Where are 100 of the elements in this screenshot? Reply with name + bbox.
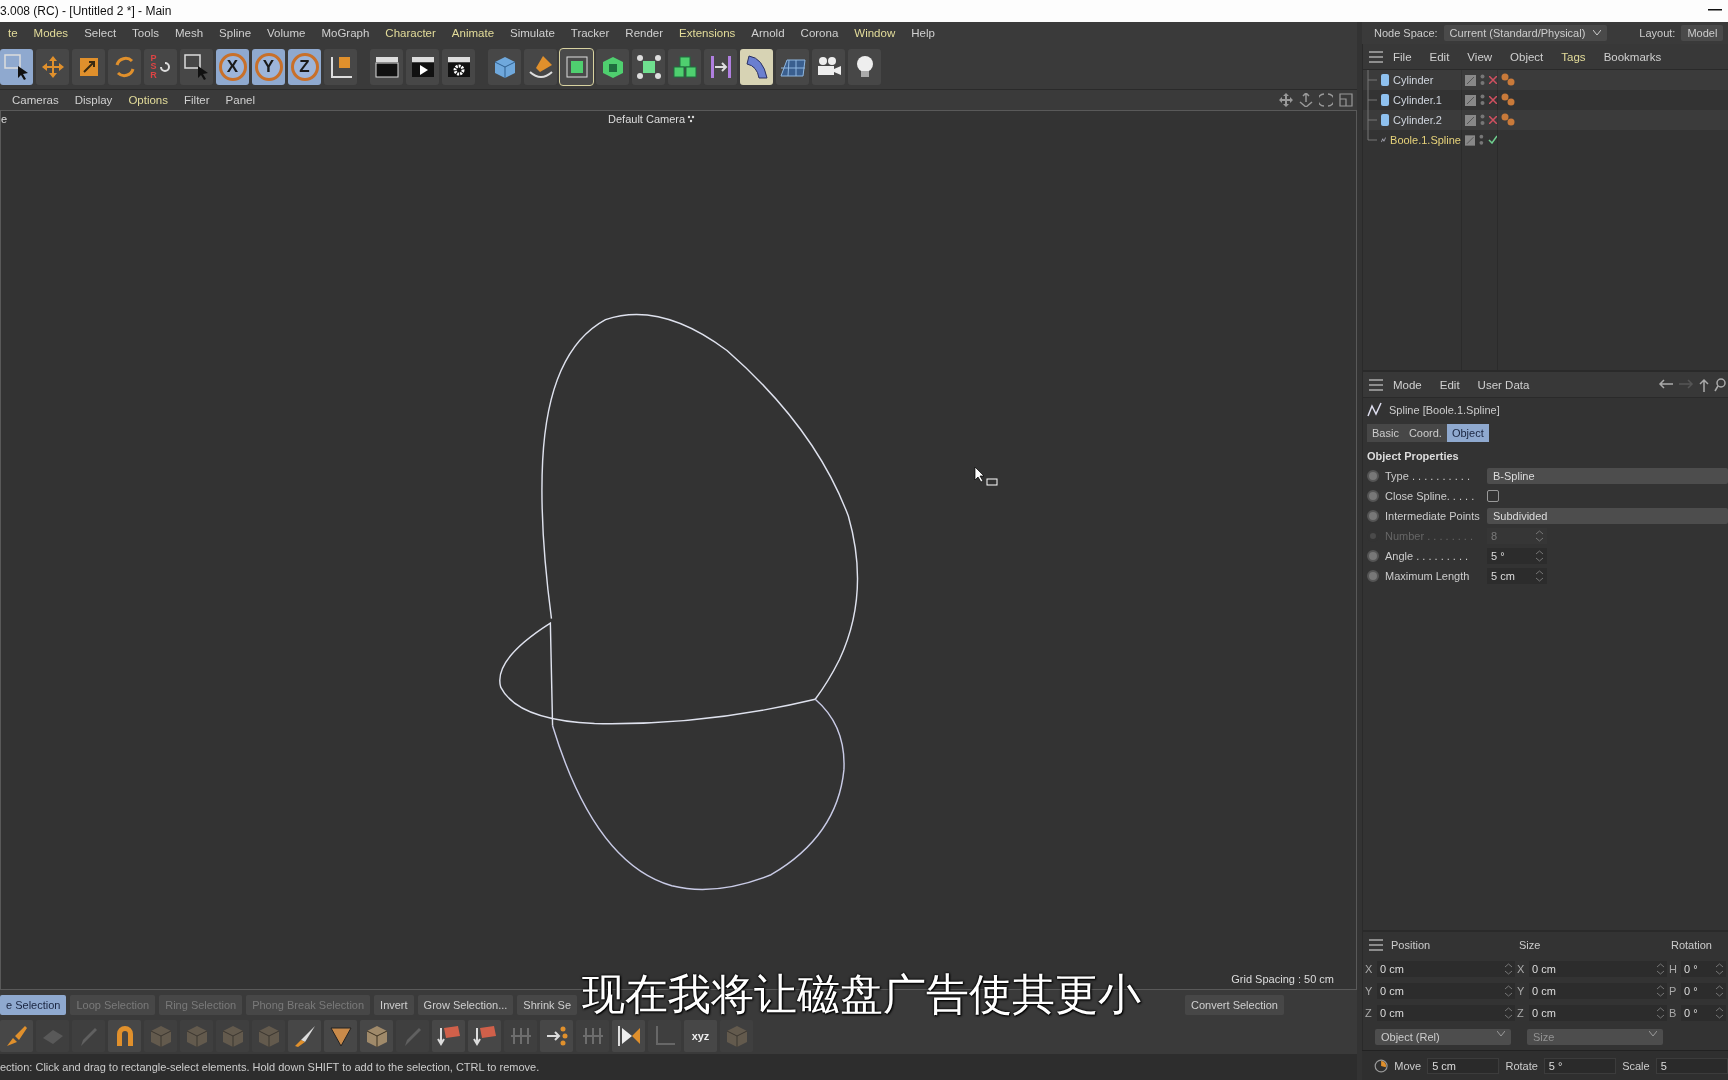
scale-icon[interactable] bbox=[77, 55, 100, 78]
menu-item[interactable]: te bbox=[0, 27, 26, 39]
menu-item[interactable]: Help bbox=[903, 27, 943, 39]
tab[interactable]: Object bbox=[1446, 424, 1489, 442]
menu-item[interactable]: Tracker bbox=[562, 27, 618, 39]
visibility-dots-icon[interactable] bbox=[1480, 74, 1485, 86]
toolbar-button[interactable] bbox=[812, 48, 845, 85]
move-arrows-icon[interactable] bbox=[40, 54, 65, 79]
edit-box-icon[interactable] bbox=[1465, 74, 1476, 86]
menu-item[interactable]: Modes bbox=[25, 27, 77, 39]
menu-item[interactable]: Animate bbox=[443, 27, 503, 39]
menu-item[interactable]: Render bbox=[617, 27, 672, 39]
menu-item[interactable]: User Data bbox=[1469, 378, 1538, 391]
hollow-cube-icon[interactable] bbox=[600, 54, 625, 79]
tab[interactable]: Basic bbox=[1367, 424, 1404, 442]
cross-icon[interactable] bbox=[1489, 76, 1497, 84]
menu-item[interactable]: Cameras bbox=[4, 94, 67, 106]
back-arrow-icon[interactable] bbox=[1658, 377, 1674, 390]
menu-item[interactable]: Bookmarks bbox=[1595, 50, 1670, 63]
tag-balls-icon[interactable] bbox=[1501, 93, 1515, 107]
menu-item[interactable]: Edit bbox=[1421, 50, 1458, 63]
menu-icon[interactable] bbox=[1369, 50, 1383, 63]
property-dropdown[interactable]: Subdivided bbox=[1487, 508, 1728, 524]
selection-button[interactable]: Convert Selection bbox=[1185, 995, 1284, 1015]
menu-item[interactable]: Spline bbox=[211, 27, 260, 39]
selection-button[interactable]: Invert bbox=[374, 995, 414, 1015]
tab[interactable]: Coord. bbox=[1403, 424, 1447, 442]
coordinate-field[interactable]: 0 cm bbox=[1377, 1005, 1515, 1021]
edit-box-icon[interactable] bbox=[1465, 114, 1476, 126]
property-dropdown[interactable]: B-Spline bbox=[1487, 468, 1728, 484]
orbit-icon[interactable] bbox=[1319, 93, 1333, 107]
snap-field[interactable]: 5 ° bbox=[1543, 1057, 1617, 1074]
menu-item[interactable]: Simulate bbox=[502, 27, 563, 39]
check-icon[interactable] bbox=[1488, 135, 1497, 144]
menu-icon[interactable] bbox=[1369, 378, 1383, 391]
search-icon[interactable] bbox=[1714, 377, 1726, 392]
coordinate-field[interactable]: 0 cm bbox=[1377, 983, 1515, 999]
menu-item[interactable]: Object bbox=[1502, 50, 1552, 63]
camera-label[interactable]: Default Camera bbox=[608, 113, 686, 125]
coordinate-field[interactable]: 0 ° bbox=[1681, 983, 1726, 999]
node-space-dropdown[interactable]: Current (Standard/Physical) bbox=[1443, 25, 1608, 41]
object-name[interactable]: Boole.1.Spline bbox=[1390, 134, 1461, 146]
animate-radio[interactable] bbox=[1367, 490, 1379, 502]
visibility-dots-icon[interactable] bbox=[1480, 94, 1485, 106]
menu-item[interactable]: Character bbox=[377, 27, 444, 39]
menu-item[interactable]: Select bbox=[76, 27, 125, 39]
selection-button[interactable]: Grow Selection... bbox=[417, 995, 514, 1015]
cross-icon[interactable] bbox=[1489, 96, 1497, 104]
clapperboard-icon[interactable] bbox=[445, 54, 472, 79]
coordinate-field[interactable]: 0 ° bbox=[1681, 961, 1726, 977]
coordinate-field[interactable]: 0 cm bbox=[1377, 961, 1515, 977]
menu-item[interactable]: Mode bbox=[1385, 378, 1430, 391]
object-name[interactable]: Cylinder.1 bbox=[1393, 94, 1442, 106]
toolbar-button[interactable] bbox=[370, 48, 403, 85]
clapperboard-icon[interactable] bbox=[409, 54, 436, 79]
visibility-dots-icon[interactable] bbox=[1480, 114, 1485, 126]
cage-cube-icon[interactable] bbox=[564, 54, 589, 79]
visibility-dots-icon[interactable] bbox=[1479, 134, 1484, 146]
selection-button[interactable]: e Selection bbox=[0, 995, 67, 1015]
stacked-cubes-icon[interactable] bbox=[671, 54, 698, 79]
menu-item[interactable]: Edit bbox=[1431, 378, 1468, 391]
animate-radio[interactable] bbox=[1367, 570, 1379, 582]
number-field[interactable]: 5 ° bbox=[1487, 548, 1547, 564]
maximize-icon[interactable] bbox=[1339, 93, 1353, 107]
edit-box-icon[interactable] bbox=[1465, 94, 1476, 106]
menu-item[interactable]: Panel bbox=[217, 94, 263, 106]
edit-box-icon[interactable] bbox=[1465, 134, 1476, 146]
menu-item[interactable]: Tools bbox=[124, 27, 167, 39]
tool-button[interactable]: xyz bbox=[684, 1020, 717, 1052]
checkbox[interactable] bbox=[1487, 490, 1499, 502]
menu-item[interactable]: Arnold bbox=[743, 27, 793, 39]
menu-item[interactable]: Volume bbox=[259, 27, 314, 39]
menu-item[interactable]: Extensions bbox=[671, 27, 744, 39]
toolbar-button[interactable] bbox=[442, 48, 475, 85]
number-field[interactable]: 5 cm bbox=[1487, 568, 1547, 584]
cube-icon[interactable] bbox=[492, 54, 517, 79]
snap-field[interactable]: 5 bbox=[1655, 1057, 1728, 1074]
animate-radio[interactable] bbox=[1367, 470, 1379, 482]
up-arrow-icon[interactable] bbox=[1698, 377, 1710, 392]
tag-balls-icon[interactable] bbox=[1501, 113, 1515, 127]
cross-icon[interactable] bbox=[1489, 116, 1497, 124]
coordinate-field[interactable]: 0 cm bbox=[1529, 983, 1667, 999]
coordinate-field[interactable]: 0 cm bbox=[1529, 1005, 1667, 1021]
menu-item[interactable]: Mesh bbox=[166, 27, 212, 39]
menu-icon[interactable] bbox=[1369, 939, 1383, 951]
menu-item[interactable]: Display bbox=[66, 94, 121, 106]
menu-item[interactable]: Filter bbox=[176, 94, 218, 106]
clapperboard-icon[interactable] bbox=[373, 54, 400, 79]
coordinate-field[interactable]: 0 cm bbox=[1529, 961, 1667, 977]
menu-item[interactable]: MoGraph bbox=[313, 27, 378, 39]
coordinate-dropdown[interactable]: Object (Rel) bbox=[1375, 1029, 1511, 1045]
menu-item[interactable]: Options bbox=[120, 94, 176, 106]
layout-dropdown[interactable]: Model bbox=[1681, 25, 1724, 41]
menu-item[interactable]: View bbox=[1459, 50, 1501, 63]
menu-item[interactable]: Window bbox=[846, 27, 904, 39]
dolly-icon[interactable] bbox=[1299, 93, 1313, 107]
animate-radio[interactable] bbox=[1367, 550, 1379, 562]
menu-item[interactable]: Tags bbox=[1553, 50, 1594, 63]
toolbar-button[interactable] bbox=[406, 48, 439, 85]
selection-button[interactable]: Shrink Se bbox=[517, 995, 578, 1015]
